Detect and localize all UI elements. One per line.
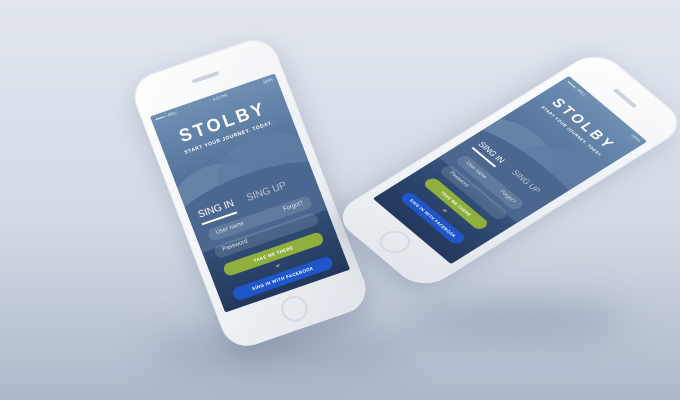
phone-right: ●●●●○ BELL 100% STOLBY START YOUR JOURNE… (330, 47, 680, 293)
phone-shadow (150, 330, 410, 370)
carrier: ●●●●○ BELL (154, 109, 178, 122)
speaker (191, 70, 220, 84)
home-button[interactable] (277, 292, 312, 326)
phone-left: ●●●●○ BELL 4:21 PM 100% STOLBY START YOU… (127, 33, 373, 353)
time: 4:21 PM (212, 92, 228, 102)
home-button[interactable] (373, 226, 417, 258)
phone-shadow (400, 300, 630, 340)
login-screen: ●●●●○ BELL 100% STOLBY START YOUR JOURNE… (372, 75, 648, 265)
battery: 100% (262, 76, 274, 85)
login-screen: ●●●●○ BELL 4:21 PM 100% STOLBY START YOU… (149, 73, 351, 313)
carrier: ●●●●○ BELL (565, 79, 588, 98)
battery: 100% (630, 133, 643, 143)
speaker (612, 88, 638, 109)
